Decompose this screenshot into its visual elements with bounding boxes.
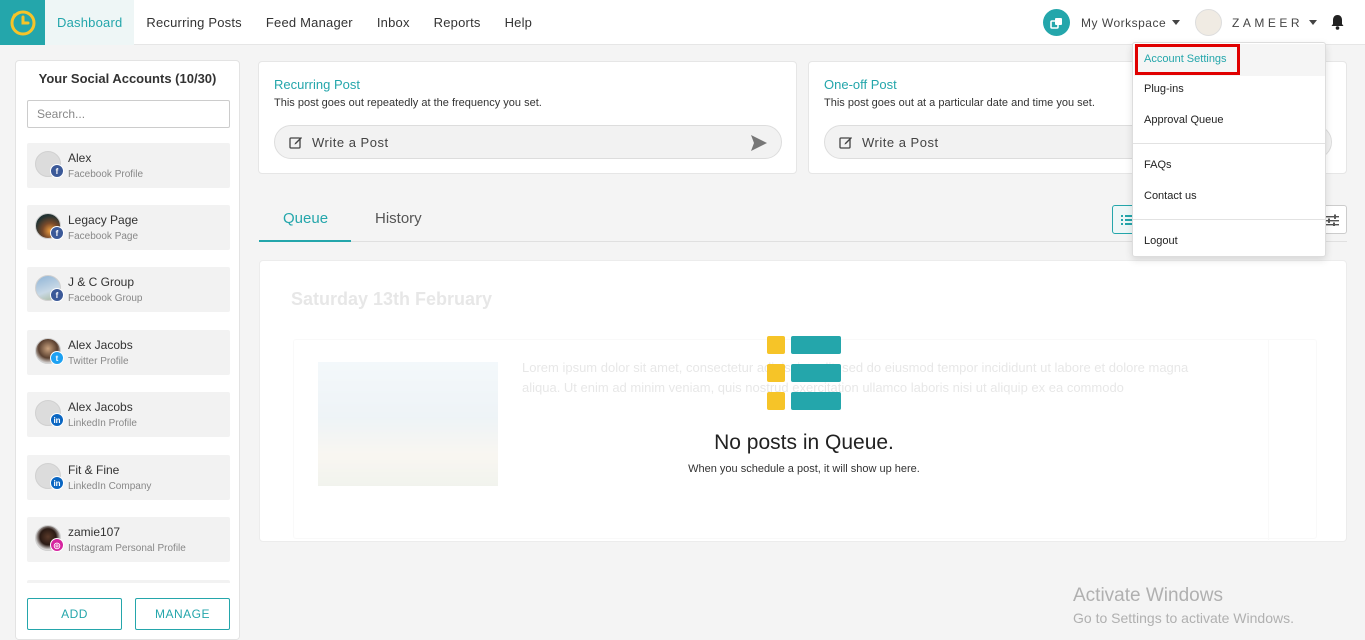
menu-divider — [1133, 219, 1325, 220]
tab-queue[interactable]: Queue — [283, 210, 328, 227]
social-accounts-sidebar: Your Social Accounts (10/30) f Alex Face… — [15, 60, 240, 640]
user-dropdown-menu: Account Settings Plug-ins Approval Queue… — [1132, 42, 1326, 257]
twitter-icon: t — [50, 351, 64, 365]
nav-reports[interactable]: Reports — [422, 0, 493, 45]
account-item[interactable]: in Fit & Fine LinkedIn Company — [27, 455, 230, 500]
account-item[interactable]: f J & C Group Facebook Group — [27, 267, 230, 312]
write-post-label: Write a Post — [312, 135, 389, 150]
facebook-icon: f — [50, 226, 64, 240]
nav-dashboard[interactable]: Dashboard — [45, 0, 135, 45]
sidebar-footer: ADD MANAGE — [16, 583, 239, 639]
account-name: Alex Jacobs — [68, 400, 133, 414]
write-post-label: Write a Post — [862, 135, 939, 150]
nav-recurring-posts[interactable]: Recurring Posts — [134, 0, 253, 45]
chevron-down-icon — [1309, 20, 1318, 25]
nav-help[interactable]: Help — [493, 0, 545, 45]
workspace-label: My Workspace — [1081, 15, 1167, 30]
account-type: LinkedIn Company — [68, 481, 152, 492]
placeholder-text: Lorem ipsum dolor sit amet, consectetur … — [522, 360, 1189, 395]
account-item[interactable]: f Alex Facebook Profile — [27, 143, 230, 188]
avatar — [1195, 9, 1222, 36]
account-name: Fit & Fine — [68, 463, 120, 477]
card-title: One-off Post — [824, 77, 897, 92]
menu-item-faqs[interactable]: FAQs — [1144, 159, 1172, 171]
top-navbar: Dashboard Recurring Posts Feed Manager I… — [0, 0, 1365, 45]
empty-queue-icon — [767, 336, 841, 410]
account-item[interactable]: in Alex Jacobs LinkedIn Profile — [27, 392, 230, 437]
menu-divider — [1133, 143, 1325, 144]
facebook-icon: f — [50, 288, 64, 302]
workspace-switcher[interactable]: My Workspace — [1043, 9, 1181, 36]
account-name: zamie107 — [68, 525, 121, 539]
sidebar-title: Your Social Accounts (10/30) — [38, 71, 217, 86]
menu-item-account-settings[interactable]: Account Settings — [1144, 53, 1227, 65]
account-type: Facebook Group — [68, 293, 143, 304]
edit-icon — [289, 137, 302, 149]
menu-item-logout[interactable]: Logout — [1144, 235, 1178, 247]
account-name: Alex — [68, 151, 92, 165]
account-name: Alex Jacobs — [68, 338, 133, 352]
linkedin-icon: in — [50, 413, 64, 427]
active-tab-indicator — [259, 240, 351, 242]
account-item[interactable]: f Legacy Page Facebook Page — [27, 205, 230, 250]
instagram-icon: ◎ — [50, 538, 64, 552]
queue-panel: Saturday 13th February Lorem ipsum dolor… — [259, 260, 1347, 542]
account-type: Twitter Profile — [68, 356, 129, 367]
user-name: ZAMEER — [1232, 15, 1304, 30]
empty-state-title: No posts in Queue. — [714, 431, 894, 454]
nav-inbox[interactable]: Inbox — [365, 0, 422, 45]
menu-item-approval-queue[interactable]: Approval Queue — [1144, 114, 1224, 126]
send-icon[interactable] — [750, 134, 768, 152]
main-nav: Dashboard Recurring Posts Feed Manager I… — [45, 0, 544, 45]
clock-logo-icon[interactable] — [0, 0, 45, 45]
write-post-button[interactable]: Write a Post — [274, 125, 782, 159]
bell-icon[interactable] — [1330, 14, 1345, 35]
recurring-post-card: Recurring Post This post goes out repeat… — [258, 61, 797, 174]
add-account-button[interactable]: ADD — [27, 598, 122, 630]
empty-state-subtitle: When you schedule a post, it will show u… — [688, 463, 920, 475]
edit-icon — [839, 137, 852, 149]
account-type: Facebook Page — [68, 231, 139, 242]
card-description: This post goes out at a particular date … — [824, 97, 1095, 109]
menu-item-contact-us[interactable]: Contact us — [1144, 190, 1197, 202]
manage-accounts-button[interactable]: MANAGE — [135, 598, 230, 630]
search-input[interactable] — [27, 100, 230, 128]
user-menu[interactable]: ZAMEER — [1195, 9, 1318, 36]
nav-feed-manager[interactable]: Feed Manager — [254, 0, 365, 45]
card-description: This post goes out repeatedly at the fre… — [274, 97, 542, 109]
menu-item-plug-ins[interactable]: Plug-ins — [1144, 83, 1184, 95]
account-item[interactable]: t Alex Jacobs Twitter Profile — [27, 330, 230, 375]
facebook-icon: f — [50, 164, 64, 178]
linkedin-icon: in — [50, 476, 64, 490]
account-type: LinkedIn Profile — [68, 418, 137, 429]
sliders-icon — [1325, 214, 1339, 226]
activation-watermark-subtitle: Go to Settings to activate Windows. — [1073, 610, 1294, 626]
workspace-icon — [1043, 9, 1070, 36]
placeholder-date: Saturday 13th February — [291, 289, 493, 309]
activation-watermark-title: Activate Windows — [1073, 585, 1223, 606]
account-type: Instagram Personal Profile — [68, 543, 186, 554]
account-name: Legacy Page — [68, 213, 139, 227]
account-name: J & C Group — [68, 275, 135, 289]
account-item[interactable]: ◎ zamie107 Instagram Personal Profile — [27, 517, 230, 562]
card-title: Recurring Post — [274, 77, 360, 92]
tab-history[interactable]: History — [375, 210, 422, 227]
account-type: Facebook Profile — [68, 169, 144, 180]
chevron-down-icon — [1172, 20, 1181, 25]
